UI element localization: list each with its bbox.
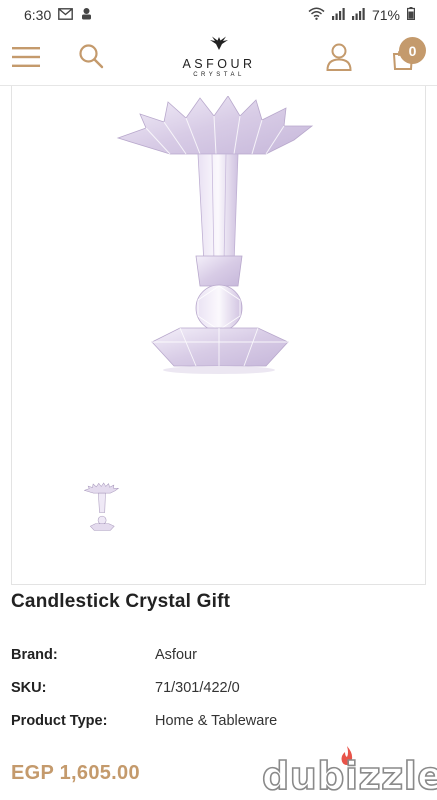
status-time: 6:30 [24,7,52,23]
spec-label: Product Type: [11,713,108,729]
dubizzle-watermark: dubizzle [261,746,437,799]
spec-row-sku: SKU: 71/301/422/0 [11,680,411,702]
watermark-text: dubizzle [261,753,437,799]
site-header: ASFOUR CRYSTAL 0 [0,30,437,86]
cart-count-badge[interactable]: 0 [399,37,426,64]
spec-value: 71/301/422/0 [155,680,240,696]
product-thumbnail[interactable] [84,482,120,534]
spec-label: SKU: [11,680,47,696]
product-gallery [11,86,426,585]
user-icon[interactable] [325,42,353,72]
product-main-image[interactable] [116,96,321,381]
spec-row-brand: Brand: Asfour [11,647,411,669]
battery-icon [407,7,416,23]
spec-label: Brand: [11,647,58,663]
search-icon[interactable] [77,42,105,70]
battery-percent: 71% [371,7,400,23]
brand-logo[interactable]: ASFOUR CRYSTAL [160,36,278,80]
status-right: 71% [308,7,416,23]
status-bar: 6:30 71% [0,0,437,30]
signal-icon [331,7,345,23]
product-price: EGP 1,605.00 [11,762,140,784]
logo-name: ASFOUR [182,57,256,71]
hamburger-menu-icon[interactable] [11,42,41,72]
bird-logo-icon [209,36,229,56]
notification-icon [80,7,93,23]
spec-value: Home & Tableware [155,713,278,729]
spec-value: Asfour [155,647,197,663]
status-left: 6:30 [24,7,93,23]
logo-subtitle: CRYSTAL [193,72,245,78]
signal-icon [351,7,365,23]
product-title: Candlestick Crystal Gift [11,591,231,612]
wifi-icon [308,7,325,23]
gmail-icon [58,7,74,23]
spec-row-product-type: Product Type: Home & Tableware [11,713,411,735]
